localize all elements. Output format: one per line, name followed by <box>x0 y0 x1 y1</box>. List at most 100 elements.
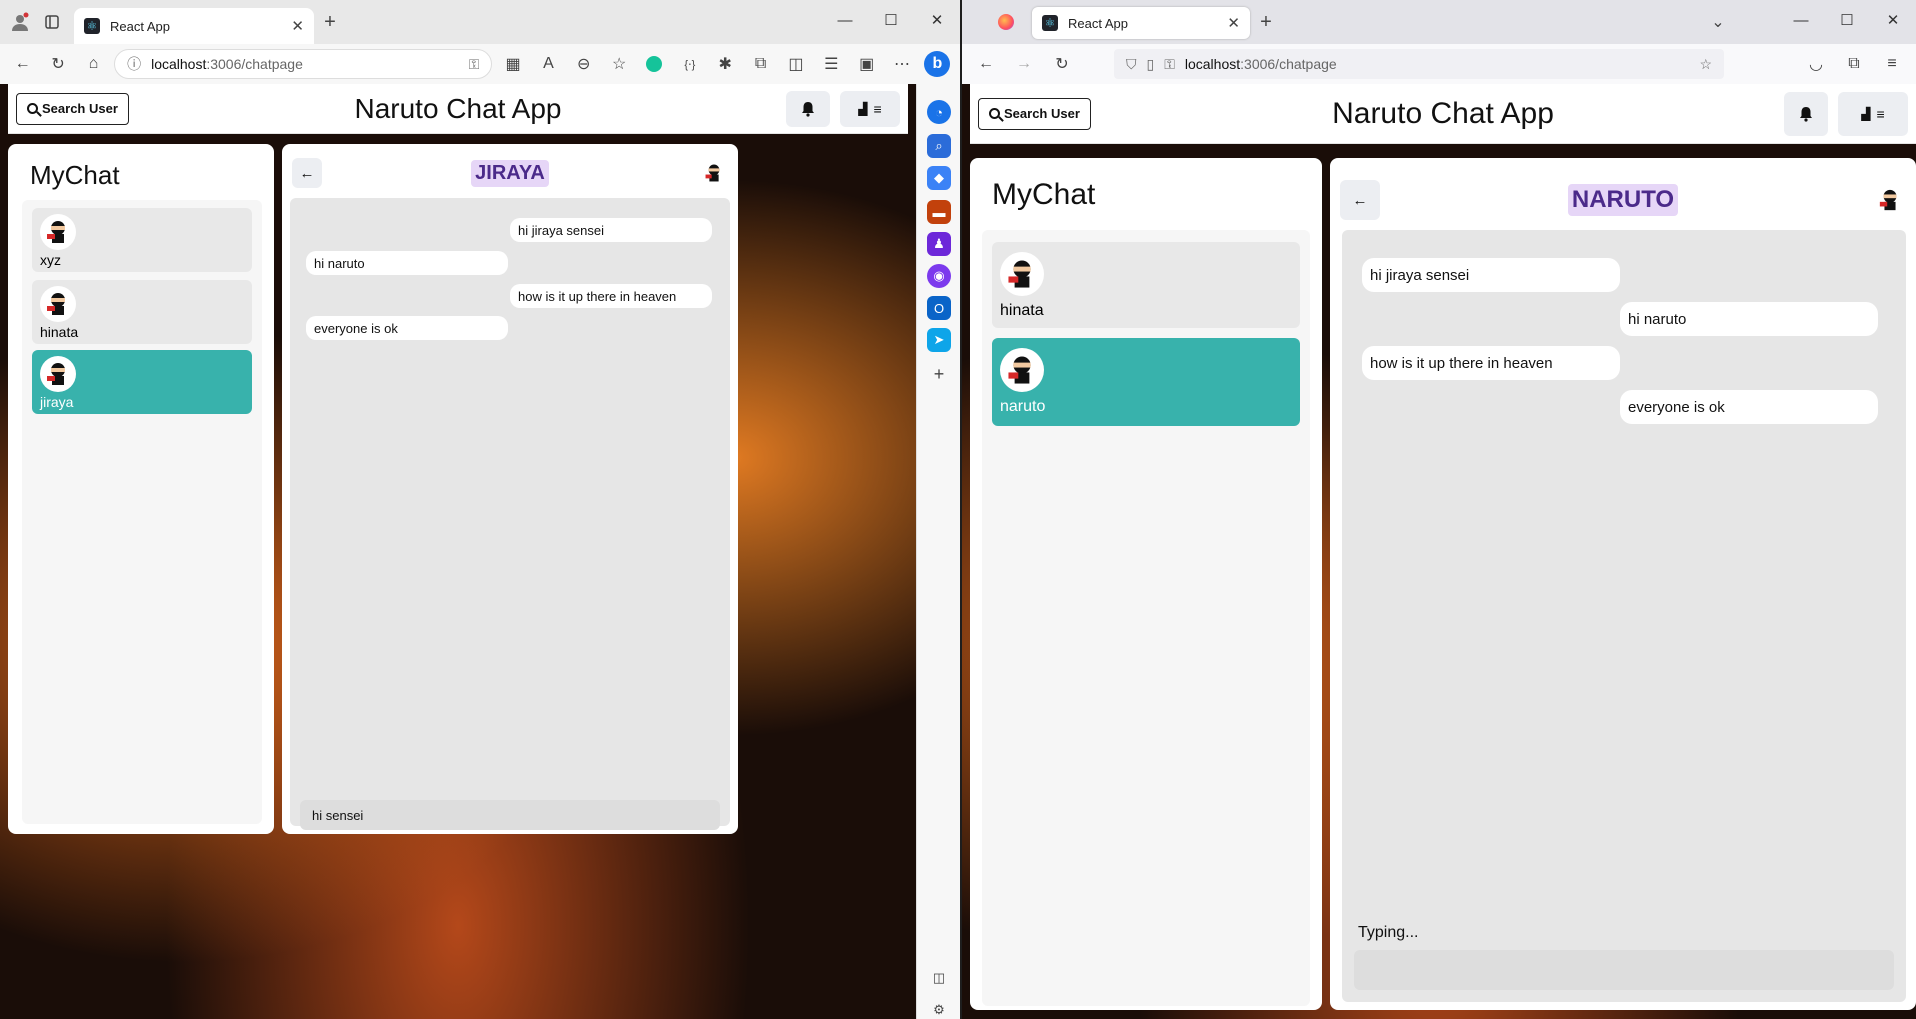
send-icon[interactable]: ➤ <box>927 328 951 352</box>
partner-avatar-icon[interactable] <box>1874 184 1906 216</box>
message-input[interactable] <box>1354 950 1894 990</box>
more-icon[interactable]: ⋯ <box>887 48 916 80</box>
message-input[interactable]: hi sensei <box>300 800 720 830</box>
app-title: Naruto Chat App <box>354 92 562 124</box>
chat-list-item-hinata[interactable]: hinata <box>32 280 252 344</box>
favorite-star-icon[interactable]: ☆ <box>604 48 633 80</box>
back-button[interactable]: ← <box>1340 180 1380 220</box>
split-screen-icon[interactable]: ◫ <box>781 48 810 80</box>
react-favicon-icon: ⚛ <box>84 18 100 34</box>
partner-avatar-icon[interactable] <box>700 159 728 187</box>
tab-actions-icon[interactable] <box>36 6 68 38</box>
refresh-icon[interactable]: ↻ <box>43 48 72 80</box>
close-tab-icon[interactable]: ✕ <box>1227 14 1240 32</box>
message-area: hi jiraya sensei hi naruto how is it up … <box>290 198 730 830</box>
new-tab-icon[interactable]: + <box>314 6 346 38</box>
key-icon[interactable]: ⚿ <box>1164 56 1175 73</box>
search-user-label: Search User <box>1004 106 1080 121</box>
edge-sidebar: ◔ ⌕ ◆ ▬ ♟ ◉ O ➤ + ◫ ⚙ <box>916 84 960 1019</box>
user-avatar <box>40 356 76 392</box>
browser-tab[interactable]: ⚛ React App ✕ <box>74 8 314 44</box>
tools-icon[interactable]: ▬ <box>927 200 951 224</box>
page-icon[interactable]: ▯ <box>1147 56 1155 73</box>
key-icon[interactable]: ⚿ <box>469 56 480 73</box>
collections-icon[interactable]: ▣ <box>852 48 881 80</box>
chat-list-item-hinata[interactable]: hinata <box>992 242 1300 328</box>
search-user-button[interactable]: Search User <box>978 97 1091 130</box>
close-window-icon[interactable]: ✕ <box>914 0 960 40</box>
grammarly-icon[interactable] <box>640 48 669 80</box>
hamburger-icon: ≡ <box>1876 105 1885 122</box>
chat-list-item-jiraya[interactable]: jiraya <box>32 350 252 414</box>
app-available-icon[interactable]: ▦ <box>498 48 527 80</box>
chat-partner-name: NARUTO <box>1567 184 1679 216</box>
url-host: localhost <box>151 56 207 72</box>
notification-bell-button[interactable] <box>1784 91 1828 136</box>
games-icon[interactable]: ♟ <box>927 232 951 256</box>
sidebar-toggle-icon[interactable]: ◫ <box>927 966 951 990</box>
bug-icon[interactable]: ✱ <box>711 48 740 80</box>
maximize-icon[interactable]: ☐ <box>868 0 914 40</box>
bell-icon <box>1800 106 1812 122</box>
app-header: Search User Naruto Chat App ▟ ≡ <box>8 84 908 134</box>
close-tab-icon[interactable]: ✕ <box>291 17 304 35</box>
tab-strip: ⚛ React App ✕ + ⌄ — ☐ ✕ <box>962 0 1916 44</box>
back-icon[interactable]: ← <box>970 48 1002 80</box>
settings-gear-icon[interactable]: ⚙ <box>927 998 951 1019</box>
notification-bell-button[interactable] <box>786 90 830 127</box>
outlook-icon[interactable]: O <box>927 296 951 320</box>
firefox-window: ⚛ React App ✕ + ⌄ — ☐ ✕ ← → ↻ ⛉ ▯ ⚿ loca… <box>962 0 1916 1019</box>
shopping-tag-icon[interactable]: ◆ <box>927 166 951 190</box>
message-sent: everyone is ok <box>1620 390 1878 424</box>
add-icon[interactable]: + <box>927 362 951 386</box>
user-name: jiraya <box>40 394 74 410</box>
chat-list-item-naruto[interactable]: naruto <box>992 338 1300 426</box>
new-tab-icon[interactable]: + <box>1250 6 1282 38</box>
user-avatar <box>40 214 76 250</box>
profile-menu-button[interactable]: ▟ ≡ <box>840 90 900 127</box>
bing-copilot-icon[interactable]: b <box>923 48 952 80</box>
extension-brackets-icon[interactable]: {⋅} <box>675 48 704 80</box>
forward-icon[interactable]: → <box>1008 48 1040 80</box>
home-icon[interactable]: ⌂ <box>79 48 108 80</box>
read-aloud-icon[interactable]: A <box>534 48 563 80</box>
list-all-tabs-icon[interactable]: ⌄ <box>1702 6 1734 38</box>
message-received: how is it up there in heaven <box>1362 346 1620 380</box>
search-user-button[interactable]: Search User <box>16 92 129 125</box>
my-chats-panel: MyChat xyz hinata jiraya <box>8 144 274 834</box>
extensions-icon[interactable]: ⧉ <box>746 48 775 80</box>
search-icon[interactable]: ⌕ <box>927 134 951 158</box>
browser-tab[interactable]: ⚛ React App ✕ <box>1032 7 1250 39</box>
minimize-icon[interactable]: — <box>822 0 868 40</box>
chat-list-item-xyz[interactable]: xyz <box>32 208 252 272</box>
shield-icon[interactable]: ⛉ <box>1126 56 1137 73</box>
close-window-icon[interactable]: ✕ <box>1870 0 1916 40</box>
message-received: hi jiraya sensei <box>1362 258 1620 292</box>
microsoft365-icon[interactable]: ◉ <box>927 264 951 288</box>
menu-icon[interactable]: ≡ <box>1876 48 1908 80</box>
profile-menu-button[interactable]: ▟ ≡ <box>1838 91 1908 136</box>
react-favicon-icon: ⚛ <box>1042 15 1058 31</box>
tab-strip: ⚛ React App ✕ + — ☐ ✕ <box>0 0 960 44</box>
chat-list: hinata naruto <box>982 230 1310 1006</box>
refresh-icon[interactable]: ↻ <box>1046 48 1078 80</box>
search-icon <box>989 108 1000 119</box>
bell-icon[interactable]: ◔ <box>927 100 951 124</box>
info-icon[interactable]: ⓘ <box>127 54 141 74</box>
url-field[interactable]: ⓘ localhost:3006/chatpage ⚿ <box>114 49 493 79</box>
back-icon[interactable]: ← <box>8 48 37 80</box>
my-chats-title: MyChat <box>992 178 1096 211</box>
firefox-view-icon[interactable] <box>990 6 1022 38</box>
user-avatar <box>1000 252 1044 296</box>
favorites-icon[interactable]: ☰ <box>817 48 846 80</box>
profile-icon[interactable] <box>4 6 36 38</box>
back-button[interactable]: ← <box>292 158 322 188</box>
app-header: Search User Naruto Chat App ▟ ≡ <box>970 84 1916 144</box>
url-field[interactable]: ⛉ ▯ ⚿ localhost:3006/chatpage ☆ <box>1114 49 1724 79</box>
zoom-icon[interactable]: ⊖ <box>569 48 598 80</box>
bookmark-star-icon[interactable]: ☆ <box>1699 56 1712 73</box>
maximize-icon[interactable]: ☐ <box>1824 0 1870 40</box>
extensions-icon[interactable]: ⧉ <box>1838 48 1870 80</box>
minimize-icon[interactable]: — <box>1778 0 1824 40</box>
pocket-icon[interactable]: ◡ <box>1800 48 1832 80</box>
